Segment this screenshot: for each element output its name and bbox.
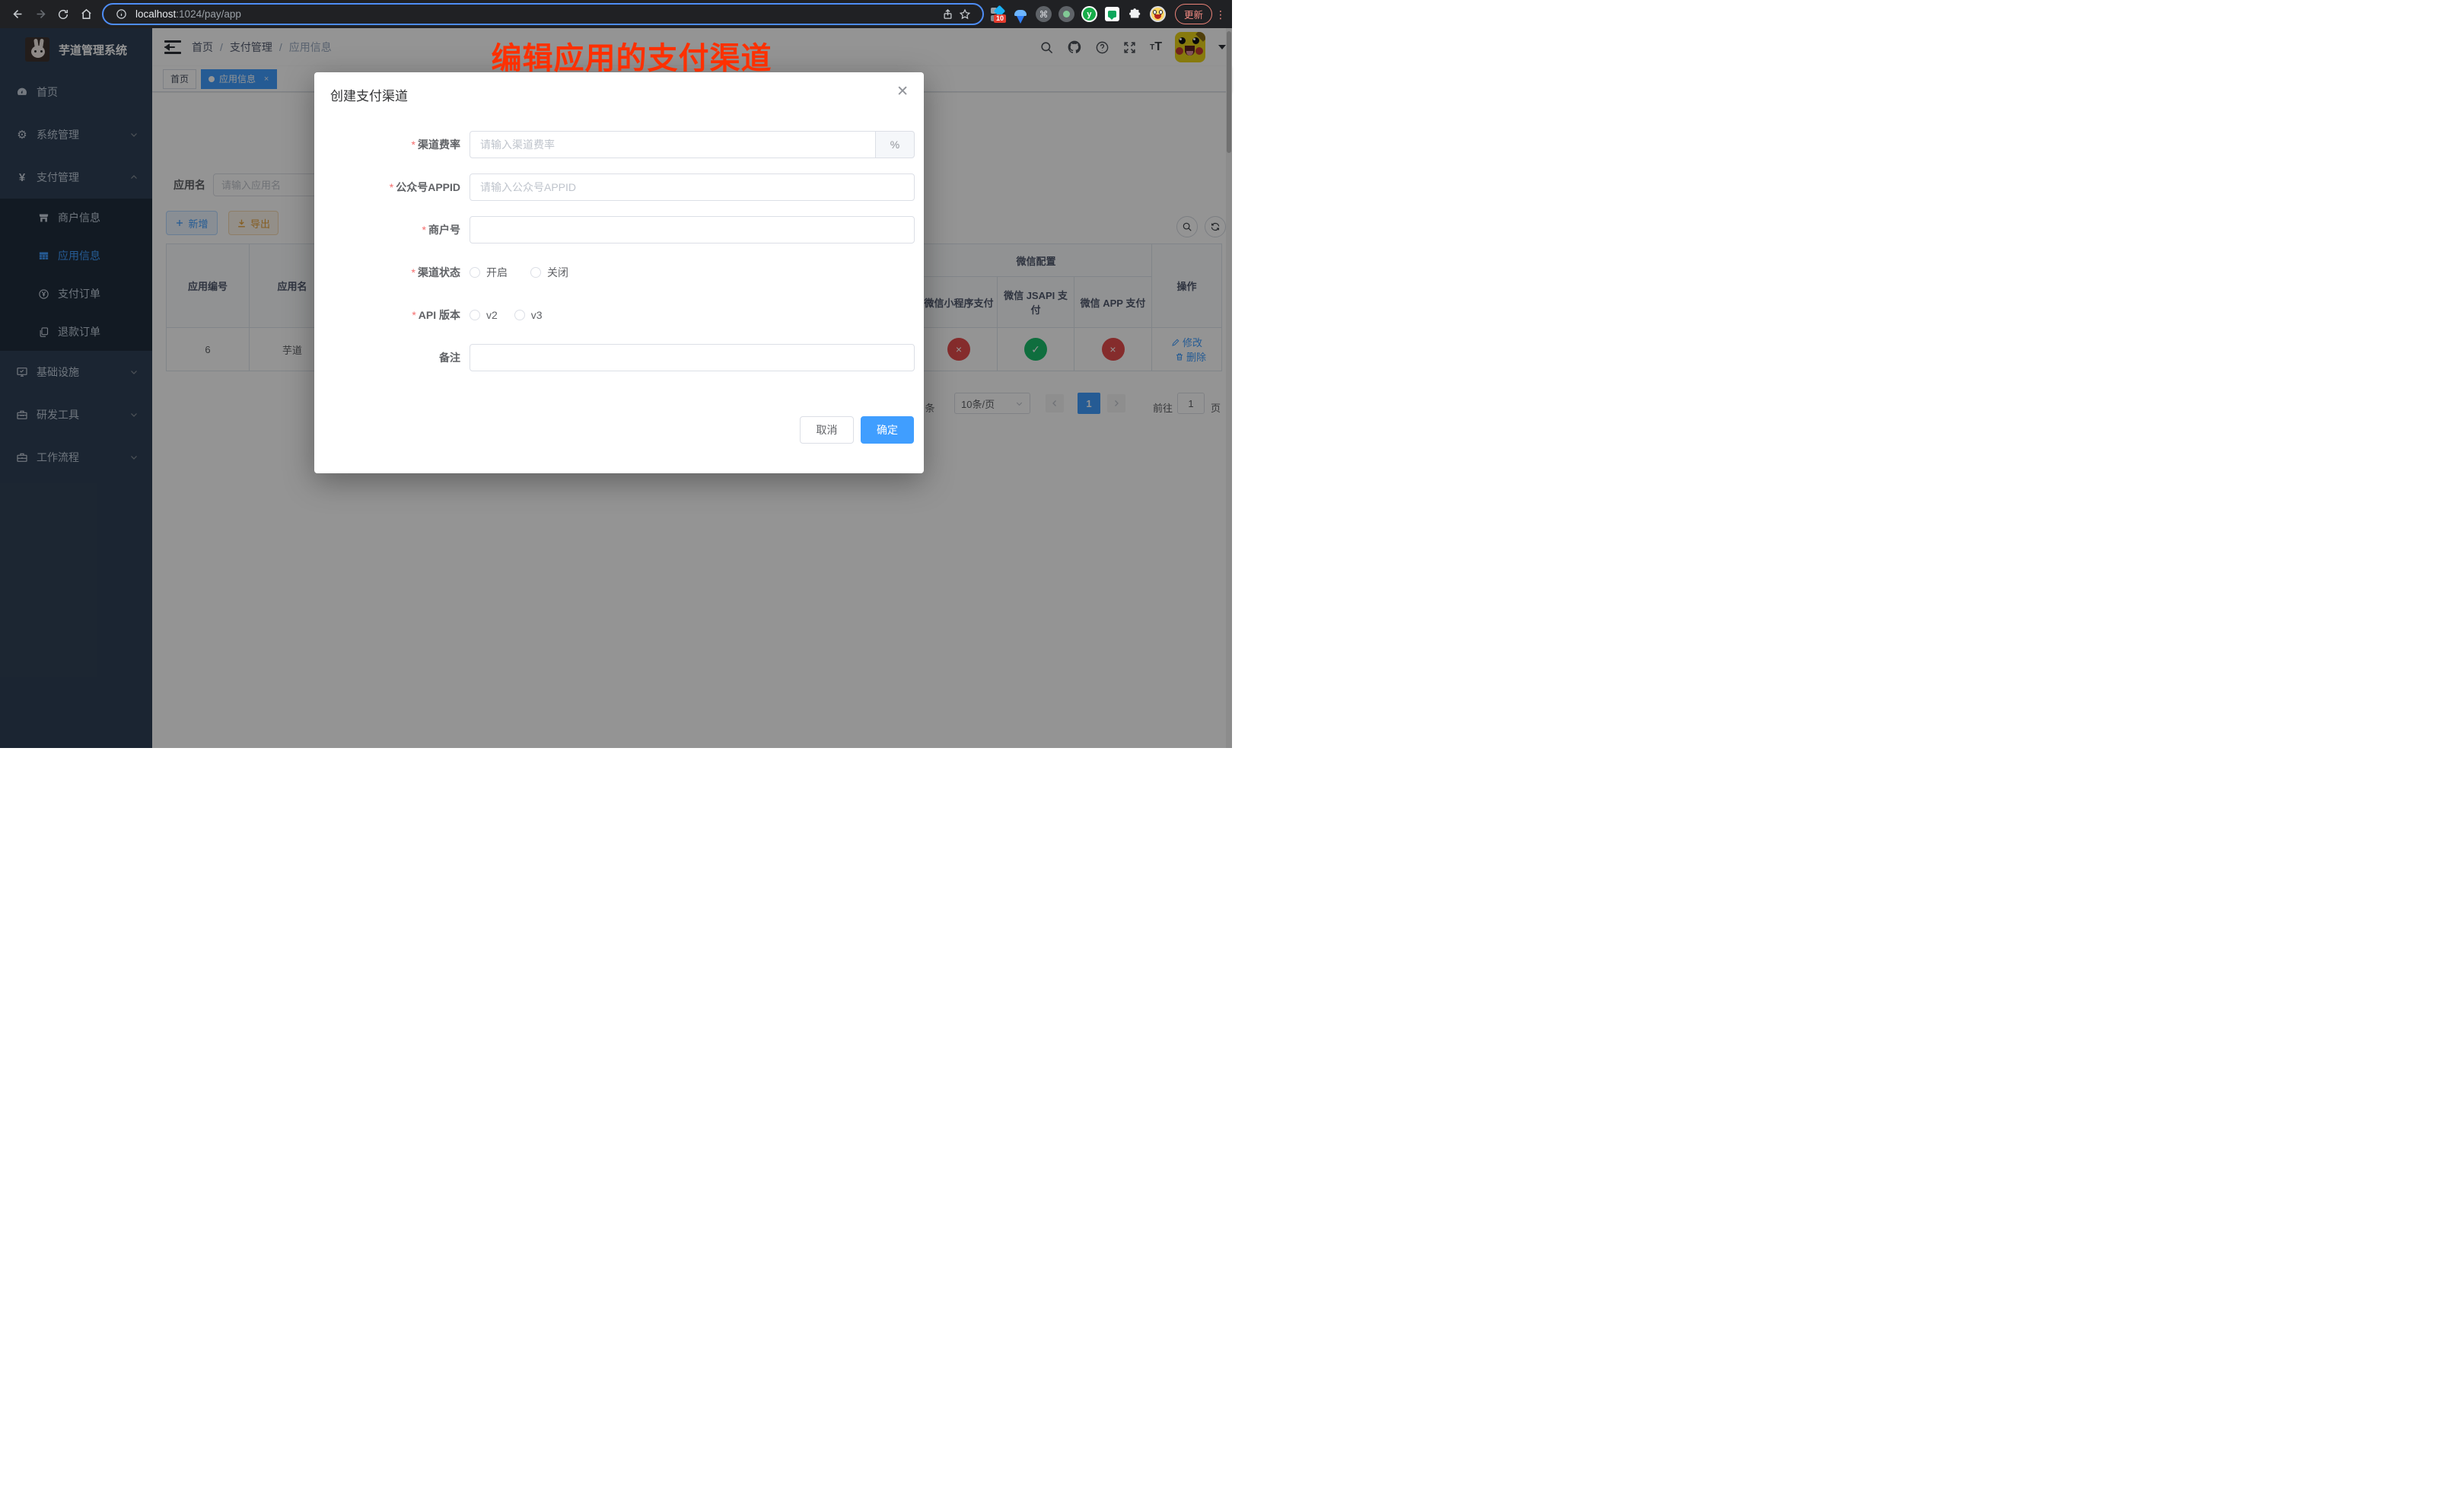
browser-update-button[interactable]: 更新 (1175, 4, 1212, 24)
browser-menu-icon[interactable]: ⋮ (1215, 9, 1224, 20)
form-row-mch: *商户号 (314, 216, 924, 243)
browser-forward-button[interactable] (30, 5, 50, 24)
radio-circle-icon (530, 267, 541, 278)
radio-status-open[interactable]: 开启 (470, 265, 508, 280)
browser-home-button[interactable] (76, 5, 96, 24)
remark-label: 备注 (314, 344, 460, 371)
address-bar[interactable]: localhost:1024/pay/app (102, 3, 984, 25)
extension-y-icon[interactable]: y (1081, 6, 1097, 22)
url-path: :1024/pay/app (176, 8, 241, 20)
site-info-icon[interactable] (113, 6, 129, 23)
appid-label: *公众号APPID (314, 173, 460, 201)
percent-suffix: % (875, 131, 915, 158)
status-label: *渠道状态 (314, 259, 460, 286)
confirm-button[interactable]: 确定 (861, 416, 914, 444)
fee-input[interactable] (470, 131, 875, 158)
form-row-appid: *公众号APPID (314, 173, 924, 201)
url-text: localhost:1024/pay/app (135, 8, 940, 20)
create-channel-dialog: 创建支付渠道 ✕ *渠道费率 % *公众号APPID *商户号 *渠道状态 开启… (314, 72, 924, 473)
bookmark-star-icon[interactable] (957, 6, 973, 23)
extensions-puzzle-icon[interactable] (1127, 6, 1143, 22)
form-row-api: *API 版本 v2 v3 (314, 301, 924, 329)
mch-label: *商户号 (314, 216, 460, 243)
extensions-bar: 10 ⌘ y (990, 6, 1166, 22)
api-label: *API 版本 (314, 301, 460, 329)
extension-badge: 10 (994, 14, 1006, 23)
browser-reload-button[interactable] (53, 5, 73, 24)
browser-bar: localhost:1024/pay/app 10 ⌘ y 更新 ⋮ (0, 0, 1232, 28)
radio-circle-icon (470, 267, 480, 278)
extension-chat-icon[interactable] (1104, 6, 1120, 22)
form-row-status: *渠道状态 开启 关闭 (314, 259, 924, 286)
extension-record-icon[interactable] (1059, 6, 1074, 22)
form-row-remark: 备注 (314, 344, 924, 371)
url-host: localhost (135, 8, 176, 20)
fee-label: *渠道费率 (314, 131, 460, 158)
browser-back-button[interactable] (8, 5, 27, 24)
radio-api-v2[interactable]: v2 (470, 309, 498, 321)
remark-input[interactable] (470, 344, 915, 371)
extension-kite-icon[interactable]: 10 (990, 6, 1006, 22)
cancel-button[interactable]: 取消 (800, 416, 854, 444)
appid-input[interactable] (470, 173, 915, 201)
dialog-title: 创建支付渠道 (330, 85, 408, 104)
mch-input[interactable] (470, 216, 915, 243)
extension-command-icon[interactable]: ⌘ (1036, 6, 1052, 22)
radio-circle-icon (514, 310, 525, 320)
close-icon[interactable]: ✕ (896, 83, 909, 100)
annotation-title: 编辑应用的支付渠道 (492, 33, 772, 78)
radio-status-closed[interactable]: 关闭 (530, 265, 568, 280)
form-row-fee: *渠道费率 % (314, 131, 924, 158)
browser-profile-avatar[interactable] (1150, 6, 1166, 22)
extension-gem-icon[interactable] (1013, 6, 1029, 22)
radio-api-v3[interactable]: v3 (514, 309, 543, 321)
radio-circle-icon (470, 310, 480, 320)
share-icon[interactable] (940, 6, 957, 23)
